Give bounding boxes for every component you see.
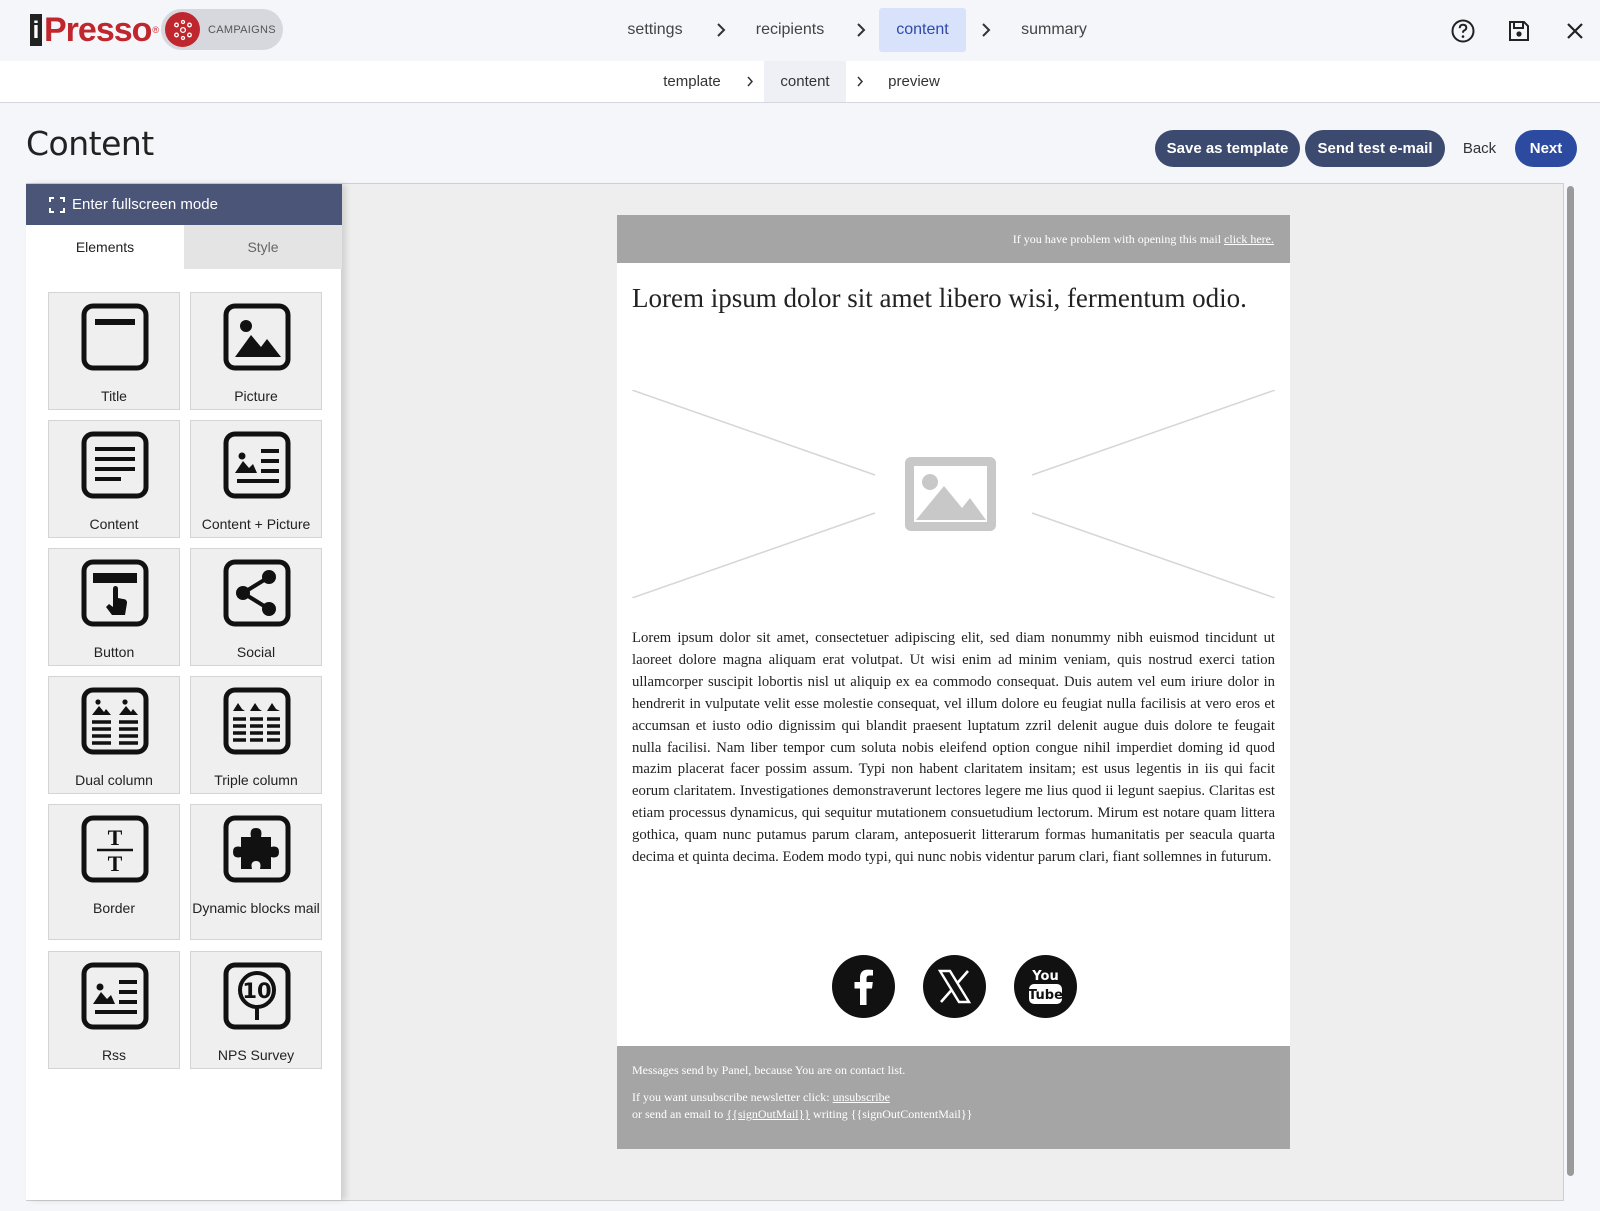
element-label: Social [236,644,276,660]
signout-content-var: {{signOutContentMail}} [850,1107,973,1121]
element-nps-survey[interactable]: 10 NPS Survey [190,951,322,1069]
element-label: Dual column [75,772,153,788]
youtube-you-text: You [1031,969,1058,984]
x-icon[interactable] [923,955,986,1018]
button-block-icon [81,559,149,627]
notice-text: If you have problem with opening this ma… [1012,232,1222,246]
youtube-tube-text: Tube [1028,988,1063,1003]
fullscreen-toggle[interactable]: Enter fullscreen mode [26,184,342,225]
footer-line-unsubscribe: If you want unsubscribe newsletter click… [632,1089,1275,1106]
email-headline[interactable]: Lorem ipsum dolor sit amet libero wisi, … [632,278,1272,318]
puzzle-piece-icon [223,815,291,883]
step-settings[interactable]: settings [620,8,690,52]
element-label: Rss [101,1047,127,1063]
element-label: Dynamic blocks mail [192,900,320,916]
tab-style[interactable]: Style [184,225,342,269]
svg-text:10: 10 [242,979,271,1003]
element-border[interactable]: T T Border [48,804,180,940]
save-disk-icon[interactable] [1506,18,1532,44]
element-label: Content + Picture [201,516,311,532]
triple-column-icon [223,687,291,755]
element-dynamic-blocks[interactable]: Dynamic blocks mail [190,804,322,940]
back-button[interactable]: Back [1452,130,1507,167]
chevron-right-icon [982,23,991,37]
element-label: NPS Survey [217,1047,295,1063]
svg-text:T: T [108,851,123,876]
step-summary[interactable]: summary [1012,8,1096,52]
title-block-icon [81,303,149,371]
step-recipients[interactable]: recipients [750,8,830,52]
email-footer: Messages send by Panel, because You are … [617,1046,1290,1149]
element-label: Triple column [214,772,298,788]
chevron-right-icon [857,23,866,37]
save-as-template-button[interactable]: Save as template [1155,130,1300,167]
element-label: Border [92,900,136,916]
substeps-bar: template content preview [0,61,1600,103]
element-label: Content [89,516,139,532]
chevron-right-icon [717,23,726,37]
fullscreen-icon [49,196,65,213]
element-rss[interactable]: Rss [48,951,180,1069]
nps-survey-icon: 10 [223,962,291,1030]
element-label: Button [93,644,135,660]
border-block-icon: T T [81,815,149,883]
dual-column-icon [81,687,149,755]
next-button[interactable]: Next [1515,130,1577,167]
tab-elements[interactable]: Elements [26,225,184,269]
element-button[interactable]: Button [48,548,180,666]
email-top-notice: If you have problem with opening this ma… [617,215,1290,263]
image-placeholder-icon[interactable] [632,390,1275,598]
unsubscribe-link[interactable]: unsubscribe [833,1090,890,1104]
wizard-steps: settings recipients content summary [0,8,1600,52]
youtube-icon[interactable]: You Tube [1014,955,1077,1018]
top-bar: i Presso ® CAMPAIGNS settings recipients… [0,0,1600,61]
element-triple-column[interactable]: Triple column [190,676,322,794]
element-title[interactable]: Title [48,292,180,410]
footer-line-signout: or send an email to {{signOutMail}} writ… [632,1106,1275,1123]
element-dual-column[interactable]: Dual column [48,676,180,794]
click-here-link[interactable]: click here. [1224,232,1274,246]
elements-sidebar: Enter fullscreen mode Elements Style Tit… [26,184,342,1200]
element-picture[interactable]: Picture [190,292,322,410]
chevron-right-icon [747,76,754,87]
svg-text:T: T [108,825,123,850]
close-icon[interactable] [1562,18,1588,44]
signout-mail-link[interactable]: {{signOutMail}} [726,1107,810,1121]
step-content[interactable]: content [879,8,966,52]
fullscreen-label: Enter fullscreen mode [72,196,218,213]
canvas-scrollbar[interactable] [1567,186,1574,1176]
signout-writing: writing [813,1107,848,1121]
substep-template[interactable]: template [652,61,732,102]
substep-content[interactable]: content [764,61,846,102]
picture-block-icon [223,303,291,371]
footer-line-sender: Messages send by Panel, because You are … [632,1063,906,1077]
chevron-right-icon [857,76,864,87]
page-title: Content [26,124,154,163]
help-circle-icon[interactable] [1450,18,1476,44]
unsubscribe-prefix: If you want unsubscribe newsletter click… [632,1090,830,1104]
substep-preview[interactable]: preview [878,61,950,102]
element-label: Title [101,388,127,404]
content-block-icon [81,431,149,499]
social-share-icon [223,559,291,627]
content-picture-block-icon [223,431,291,499]
element-social[interactable]: Social [190,548,322,666]
element-content[interactable]: Content [48,420,180,538]
element-content-picture[interactable]: Content + Picture [190,420,322,538]
send-test-email-button[interactable]: Send test e-mail [1305,130,1445,167]
facebook-icon[interactable] [832,955,895,1018]
sidebar-tabs: Elements Style [26,225,342,269]
signout-prefix: or send an email to [632,1107,724,1121]
email-body-text[interactable]: Lorem ipsum dolor sit amet, consectetuer… [632,628,1275,869]
email-preview[interactable]: If you have problem with opening this ma… [617,215,1290,1149]
rss-block-icon [81,962,149,1030]
element-label: Picture [234,388,278,404]
